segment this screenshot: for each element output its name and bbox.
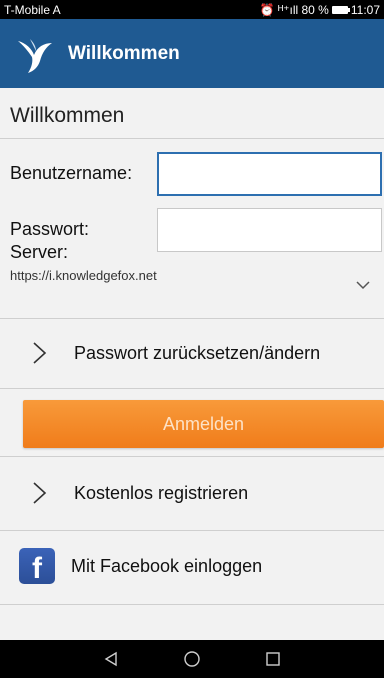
home-button[interactable] xyxy=(182,649,202,669)
username-input[interactable] xyxy=(157,152,382,196)
divider xyxy=(0,604,384,605)
bird-logo-icon xyxy=(18,38,52,73)
app-title: Willkommen xyxy=(68,42,180,64)
recents-square-icon xyxy=(266,652,281,666)
login-button[interactable]: Anmelden xyxy=(23,400,384,448)
clock: 11:07 xyxy=(350,2,380,17)
register-label: Kostenlos registrieren xyxy=(74,482,249,503)
app-bar: Willkommen xyxy=(0,19,384,88)
navigation-bar xyxy=(0,640,384,678)
battery-icon xyxy=(331,5,350,14)
server-label: Server: xyxy=(10,242,69,262)
chevron-right-icon xyxy=(33,342,47,364)
password-label: Passwort: xyxy=(10,219,90,239)
divider xyxy=(0,388,384,389)
carrier-name: T-Mobile A xyxy=(4,2,61,17)
signal-alarm-indicators: ⏰ ᴴ⁺ıll 80 % xyxy=(259,2,329,17)
reset-password-label: Passwort zurücksetzen/ändern xyxy=(74,342,321,363)
password-input[interactable] xyxy=(157,208,382,252)
back-button[interactable] xyxy=(101,649,121,669)
divider xyxy=(0,138,384,139)
home-circle-icon xyxy=(184,651,200,667)
back-triangle-icon xyxy=(104,651,117,667)
recents-button[interactable] xyxy=(263,649,283,669)
register-row[interactable]: Kostenlos registrieren xyxy=(0,458,384,528)
facebook-icon: f xyxy=(19,548,55,584)
status-indicators: ⏰ ᴴ⁺ıll 80 % 11:07 xyxy=(260,3,380,17)
facebook-login-row[interactable]: f Mit Facebook einloggen xyxy=(0,531,384,601)
chevron-down-icon[interactable] xyxy=(356,278,370,292)
facebook-login-label: Mit Facebook einloggen xyxy=(71,555,263,576)
status-bar: T-Mobile A ⏰ ᴴ⁺ıll 80 % 11:07 xyxy=(0,0,384,19)
divider xyxy=(0,456,384,457)
section-title: Willkommen xyxy=(10,104,125,127)
username-label: Benutzername: xyxy=(10,163,133,183)
server-value[interactable]: https://i.knowledgefox.net xyxy=(10,268,157,283)
reset-password-row[interactable]: Passwort zurücksetzen/ändern xyxy=(0,318,384,388)
chevron-right-icon xyxy=(33,482,47,504)
